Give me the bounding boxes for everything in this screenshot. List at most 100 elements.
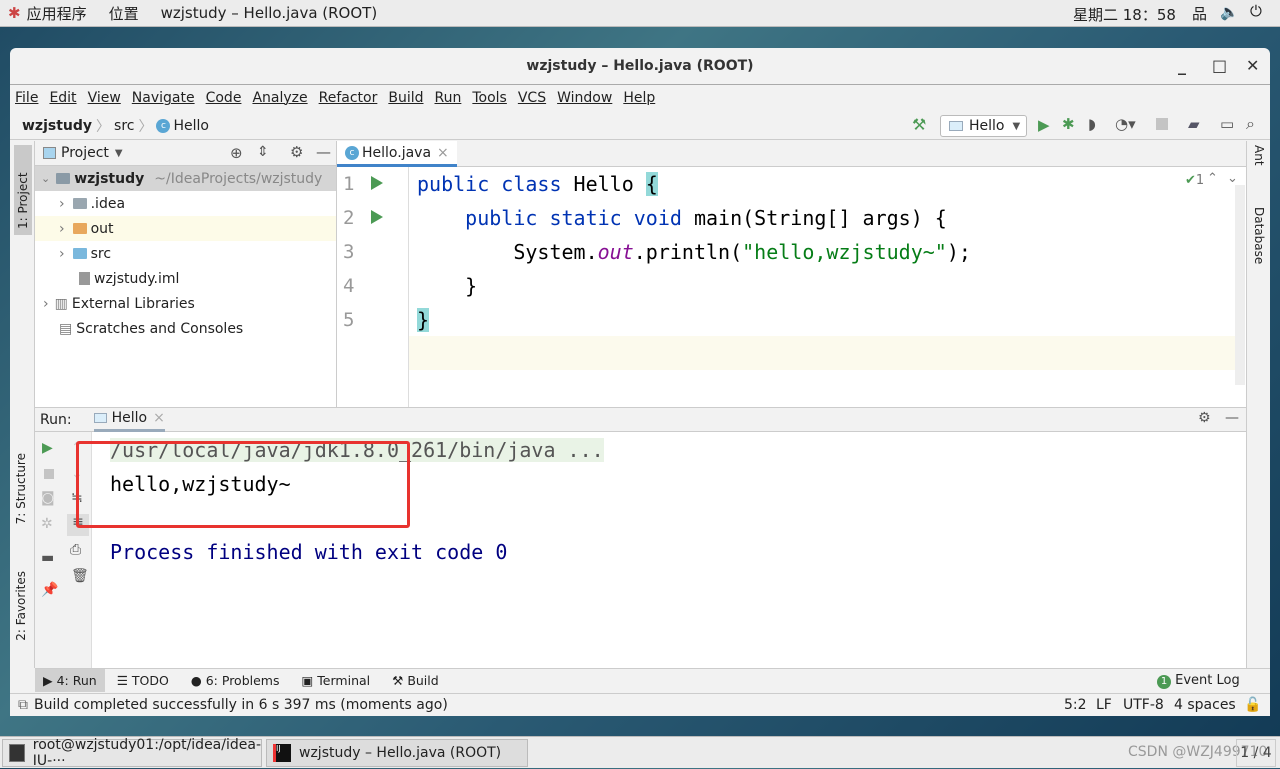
coverage-icon[interactable]: ◗ <box>1088 115 1096 133</box>
build-hammer-icon[interactable]: ⚒ <box>912 115 926 134</box>
menu-navigate[interactable]: Navigate <box>132 90 195 106</box>
menu-help[interactable]: Help <box>623 90 655 106</box>
tree-item-out[interactable]: › out <box>35 216 336 241</box>
tree-external-libraries[interactable]: › ▥ External Libraries <box>35 291 336 316</box>
project-structure-icon[interactable]: ▰ <box>1188 115 1200 133</box>
locate-icon[interactable]: ⊕ <box>230 144 243 162</box>
network-icon[interactable]: 品 <box>1192 3 1207 24</box>
menu-edit[interactable]: Edit <box>49 90 76 106</box>
pin-icon[interactable]: 📌 <box>41 582 58 598</box>
left-tool-stripe: 1: Project 7: Structure 2: Favorites <box>10 141 35 668</box>
caret-position[interactable]: 5:2 <box>1064 697 1087 713</box>
line-separator[interactable]: LF <box>1096 697 1112 713</box>
apps-icon[interactable]: ✱ <box>8 4 21 22</box>
root-name: wzjstudy <box>74 170 145 187</box>
gear-icon[interactable]: ⚙ <box>290 143 303 161</box>
menu-refactor[interactable]: Refactor <box>319 90 378 106</box>
code-editor[interactable]: c Hello.java × 1 2 3 4 5 public class He… <box>337 141 1246 407</box>
ant-tool-tab[interactable]: Ant <box>1252 145 1266 166</box>
menu-file[interactable]: File <box>15 90 38 106</box>
todo-tool-button[interactable]: ☰ TODO <box>117 673 169 688</box>
close-button[interactable]: ✕ <box>1246 56 1259 75</box>
clock[interactable]: 星期二 18：58 <box>1073 4 1176 25</box>
hide-icon[interactable]: — <box>316 143 331 161</box>
menu-build[interactable]: Build <box>388 90 423 106</box>
library-icon: ▥ <box>54 295 68 312</box>
tab-label: Hello.java <box>362 144 432 161</box>
chevron-down-icon[interactable]: ▼ <box>115 148 123 159</box>
menu-code[interactable]: Code <box>206 90 242 106</box>
lock-icon[interactable]: 🔓 <box>1244 697 1261 713</box>
chevron-down-icon: ▼ <box>1012 120 1021 132</box>
project-tool-tab[interactable]: 1: Project <box>14 145 32 235</box>
hide-icon[interactable]: — <box>1225 410 1239 426</box>
run-gutter-icon[interactable] <box>371 176 383 190</box>
terminal-tool-button[interactable]: ▣ Terminal <box>302 673 371 688</box>
menu-vcs[interactable]: VCS <box>518 90 546 106</box>
menu-run[interactable]: Run <box>435 90 462 106</box>
rerun-icon[interactable]: ▶ <box>42 440 53 456</box>
task-idea[interactable]: IJ wzjstudy – Hello.java (ROOT) <box>266 739 528 767</box>
print-icon[interactable]: ⎙ <box>70 542 81 558</box>
minimize-button[interactable]: _ <box>1178 56 1186 75</box>
maximize-button[interactable]: □ <box>1212 56 1227 75</box>
tree-item-src[interactable]: › src <box>35 241 336 266</box>
close-tab-icon[interactable]: × <box>153 410 165 426</box>
menu-view[interactable]: View <box>88 90 121 106</box>
debug-icon[interactable]: ✱ <box>1062 115 1075 133</box>
close-tab-icon[interactable]: × <box>437 145 449 161</box>
structure-tool-tab[interactable]: 7: Structure <box>14 453 28 524</box>
terminal-window-icon[interactable]: ▭ <box>1220 115 1234 133</box>
build-tool-button[interactable]: ⚒ Build <box>392 673 439 688</box>
run-config-select[interactable]: Hello ▼ <box>940 115 1027 137</box>
tree-scratches[interactable]: ▤ Scratches and Consoles <box>35 316 336 341</box>
collapse-all-icon[interactable]: ⇕ <box>257 144 269 160</box>
trash-icon[interactable]: 🗑 <box>71 568 89 584</box>
toggle-tool-windows-icon[interactable]: ⧉ <box>18 697 28 713</box>
settings-icon[interactable]: ✲ <box>41 516 53 532</box>
layout-icon[interactable]: ▬ <box>41 550 54 566</box>
menu-analyze[interactable]: Analyze <box>252 90 307 106</box>
volume-icon[interactable]: 🔈 <box>1220 3 1239 21</box>
tree-item-iml[interactable]: wzjstudy.iml <box>35 266 336 291</box>
run-tab-hello[interactable]: Hello × <box>93 408 165 432</box>
status-message[interactable]: Build completed successfully in 6 s 397 … <box>34 697 448 713</box>
profile-icon[interactable]: ◔▾ <box>1115 115 1136 133</box>
run-tool-button[interactable]: ▶ 4: Run <box>35 669 105 692</box>
search-icon[interactable]: ⌕ <box>1246 114 1255 134</box>
inspection-ok-icon[interactable]: ✔1 <box>1185 173 1204 188</box>
stop-icon[interactable] <box>1156 118 1168 130</box>
menu-window[interactable]: Window <box>557 90 612 106</box>
run-gutter-icon[interactable] <box>371 210 383 224</box>
project-view-icon <box>43 147 56 159</box>
breadcrumb-src[interactable]: src <box>114 118 134 134</box>
run-panel: Run: Hello × ⚙ — ▶ ◙ ✲ ▬ 📌 ⌃ ⌄ ≒ ≡ ⎙ 🗑 /u… <box>35 407 1246 669</box>
tool-window-bar: ▶ 4: Run ☰ TODO ● 6: Problems ▣ Terminal… <box>35 668 1270 692</box>
project-view-selector[interactable]: Project <box>61 145 109 161</box>
next-highlight-icon[interactable]: ⌄ <box>1227 171 1238 186</box>
applications-menu[interactable]: 应用程序 <box>27 3 87 24</box>
stop-icon[interactable] <box>44 469 54 479</box>
tab-hello-java[interactable]: c Hello.java × <box>337 141 457 167</box>
menu-tools[interactable]: Tools <box>472 90 507 106</box>
event-log-button[interactable]: 1 Event Log <box>1157 673 1240 689</box>
camera-icon[interactable]: ◙ <box>41 490 55 506</box>
breadcrumb-hello[interactable]: Hello <box>173 118 209 134</box>
power-icon[interactable]: ⏻ <box>1250 2 1262 20</box>
gear-icon[interactable]: ⚙ <box>1198 410 1211 426</box>
editor-scrollbar[interactable] <box>1235 185 1245 385</box>
favorites-tool-tab[interactable]: 2: Favorites <box>14 571 28 641</box>
run-icon[interactable]: ▶ <box>1038 116 1050 134</box>
indent[interactable]: 4 spaces <box>1174 697 1236 713</box>
prev-highlight-icon[interactable]: ⌃ <box>1207 171 1218 186</box>
database-tool-tab[interactable]: Database <box>1252 207 1266 264</box>
workspace-switcher[interactable]: 1 / 4 <box>1236 739 1276 767</box>
tree-item-idea[interactable]: › .idea <box>35 191 336 216</box>
problems-tool-button[interactable]: ● 6: Problems <box>191 673 280 688</box>
task-terminal[interactable]: root@wzjstudy01:/opt/idea/idea-IU-··· <box>2 737 262 769</box>
tree-root[interactable]: ⌄ wzjstudy ~/IdeaProjects/wzjstudy <box>35 166 336 191</box>
breadcrumb-project[interactable]: wzjstudy <box>22 118 92 134</box>
places-menu[interactable]: 位置 <box>109 3 139 24</box>
encoding[interactable]: UTF-8 <box>1123 697 1164 713</box>
code-line-2: public static void main(String[] args) { <box>417 206 947 230</box>
